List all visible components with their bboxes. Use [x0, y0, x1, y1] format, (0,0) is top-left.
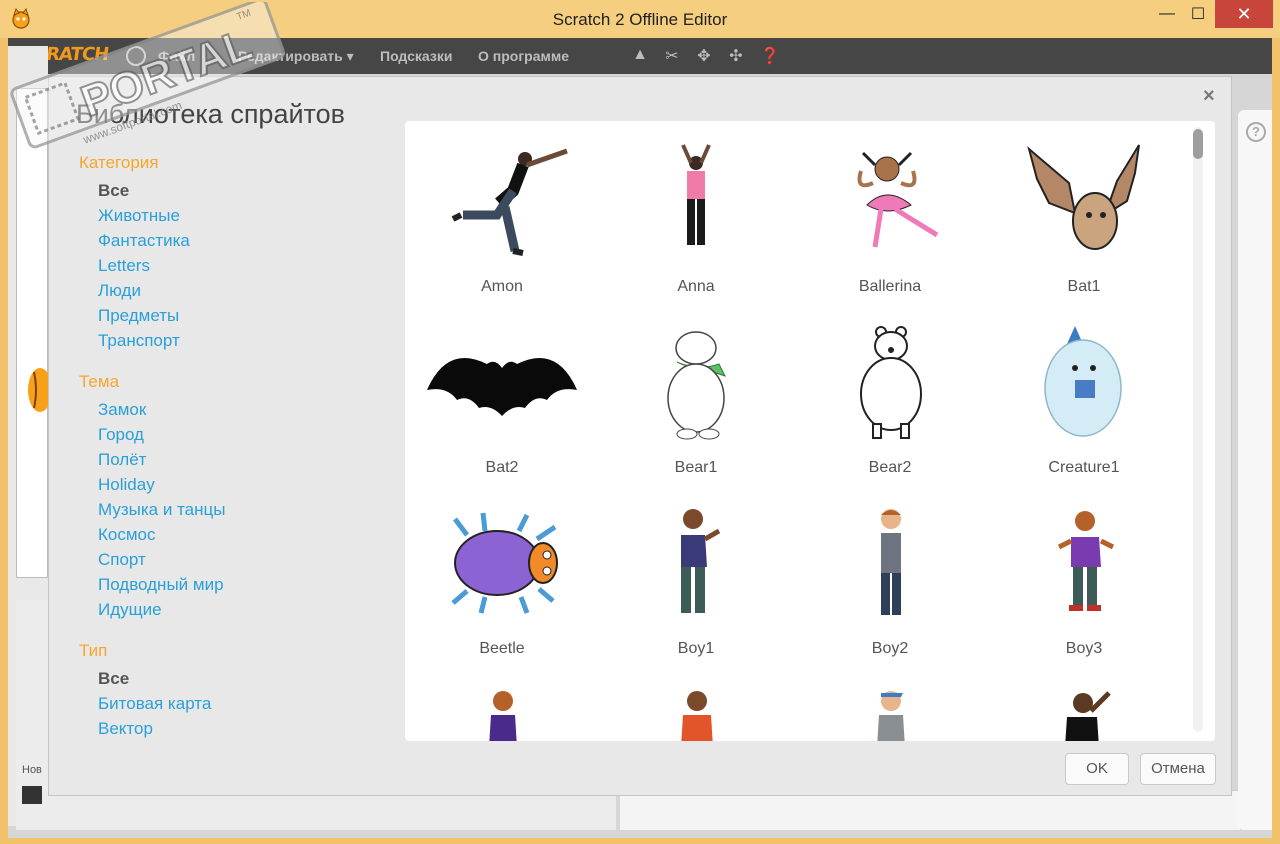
- sprite-tile-creature1[interactable]: Creature1: [987, 324, 1181, 477]
- close-window-button[interactable]: ✕: [1215, 0, 1273, 28]
- theme-space[interactable]: Космос: [98, 525, 156, 545]
- stamp-icon[interactable]: ▲: [630, 46, 650, 66]
- sprite-tile-beetle[interactable]: Beetle: [405, 505, 599, 658]
- maximize-button[interactable]: ☐: [1183, 0, 1213, 28]
- boy-icon: [881, 509, 901, 615]
- creature-icon: [1044, 326, 1122, 437]
- ok-button[interactable]: OK: [1065, 753, 1129, 785]
- polar-bear-scarf-icon: [667, 331, 726, 440]
- help-icon[interactable]: ❓: [760, 46, 780, 66]
- dialog-close-icon[interactable]: ×: [1203, 85, 1215, 108]
- sprite-name: Boy1: [677, 640, 715, 657]
- type-bitmap[interactable]: Битовая карта: [98, 694, 211, 714]
- scripts-sidebar: [1238, 110, 1272, 830]
- type-all[interactable]: Все: [98, 669, 129, 689]
- category-fantasy[interactable]: Фантастика: [98, 231, 190, 251]
- theme-underwater[interactable]: Подводный мир: [98, 575, 224, 595]
- sprite-tile-anna[interactable]: Anna: [599, 143, 793, 296]
- sprite-grid-scrollbar[interactable]: [1193, 127, 1203, 732]
- sprite-library-dialog: Библиотека спрайтов × Категория Все Живо…: [48, 76, 1232, 796]
- cancel-button[interactable]: Отмена: [1140, 753, 1216, 785]
- sprite-name: Bear2: [868, 459, 912, 476]
- sprite-name: Bear1: [674, 459, 718, 476]
- theme-holiday[interactable]: Holiday: [98, 475, 155, 495]
- boy-icon: [681, 509, 721, 613]
- sprite-tile-boy1[interactable]: Boy1: [599, 505, 793, 658]
- cut-icon[interactable]: ✂: [662, 46, 682, 66]
- help-question-icon[interactable]: ?: [1246, 122, 1266, 142]
- sprite-name: Amon: [481, 278, 523, 295]
- boy-partial-icon: [681, 691, 713, 741]
- sprite-name: Beetle: [479, 640, 525, 657]
- category-heading: Категория: [79, 153, 159, 172]
- boy-icon: [1057, 511, 1115, 611]
- brown-bat-icon: [1027, 144, 1140, 250]
- shrink-icon[interactable]: ✣: [726, 46, 746, 66]
- category-letters[interactable]: Letters: [98, 256, 150, 276]
- theme-sports[interactable]: Спорт: [98, 550, 146, 570]
- bear-outline-icon: [860, 326, 922, 439]
- sprite-tile-bat2[interactable]: Bat2: [405, 324, 599, 477]
- theme-castle[interactable]: Замок: [98, 400, 146, 420]
- sprite-tile-partial[interactable]: [987, 687, 1181, 741]
- category-people[interactable]: Люди: [98, 281, 141, 301]
- beetle-icon: [451, 512, 558, 614]
- sprite-tile-boy3[interactable]: Boy3: [987, 505, 1181, 658]
- type-heading: Тип: [79, 641, 108, 660]
- menu-file[interactable]: Файл: [158, 48, 195, 64]
- sprite-tile-amon[interactable]: Amon: [405, 143, 599, 296]
- stage-area: [16, 88, 48, 578]
- boy-partial-icon: [877, 691, 905, 741]
- dialog-title: Библиотека спрайтов: [76, 99, 345, 129]
- sprite-tile-bear1[interactable]: Bear1: [599, 324, 793, 477]
- theme-flying[interactable]: Полёт: [98, 450, 146, 470]
- paint-new-sprite-icon[interactable]: [22, 786, 42, 804]
- ballerina-icon: [857, 151, 939, 248]
- window-title: Scratch 2 Offline Editor: [552, 10, 728, 29]
- sprite-tile-partial[interactable]: [599, 687, 793, 741]
- sprite-tile-boy2[interactable]: Boy2: [793, 505, 987, 658]
- black-bat-icon: [427, 357, 577, 416]
- dancer-girl-icon: [681, 144, 711, 245]
- sprite-tile-bat1[interactable]: Bat1: [987, 143, 1181, 296]
- window-titlebar: Scratch 2 Offline Editor — ☐ ✕: [0, 0, 1280, 38]
- boy-partial-icon: [489, 691, 517, 741]
- sprite-tile-partial[interactable]: [405, 687, 599, 741]
- language-globe-icon[interactable]: [126, 46, 146, 66]
- minimize-button[interactable]: —: [1152, 0, 1182, 28]
- sprite-name: Ballerina: [858, 278, 922, 295]
- menu-about[interactable]: О программе: [478, 48, 569, 64]
- boy-partial-icon: [1065, 691, 1111, 741]
- scrollbar-thumb[interactable]: [1193, 129, 1203, 159]
- dancer-man-icon: [451, 148, 568, 256]
- sprite-name: Boy3: [1065, 640, 1103, 657]
- sprite-name: Anna: [677, 278, 715, 295]
- sprite-name: Creature1: [1048, 459, 1120, 476]
- scratch-cat-partial-icon: [28, 368, 48, 412]
- category-things[interactable]: Предметы: [98, 306, 179, 326]
- menu-edit[interactable]: Редактировать ▾: [238, 48, 354, 65]
- theme-walking[interactable]: Идущие: [98, 600, 162, 620]
- category-transport[interactable]: Транспорт: [98, 331, 180, 351]
- sprite-tile-bear2[interactable]: Bear2: [793, 324, 987, 477]
- sprite-name: Bat2: [485, 459, 519, 476]
- menu-bar: SCRATCH Файл Редактировать ▾ Подсказки О…: [8, 38, 1272, 74]
- new-sprite-label: Нов: [22, 764, 42, 776]
- type-vector[interactable]: Вектор: [98, 719, 153, 739]
- grow-icon[interactable]: ✥: [694, 46, 714, 66]
- theme-music-dance[interactable]: Музыка и танцы: [98, 500, 225, 520]
- menu-tips[interactable]: Подсказки: [380, 48, 452, 64]
- theme-heading: Тема: [79, 372, 120, 391]
- sprite-name: Bat1: [1067, 278, 1101, 295]
- category-animals[interactable]: Животные: [98, 206, 180, 226]
- sprite-tile-partial[interactable]: [793, 687, 987, 741]
- sprite-name: Boy2: [871, 640, 909, 657]
- sprite-grid: Amon Anna Ballerina Bat1 Bat2 Bear1 Bear…: [405, 121, 1215, 741]
- category-all[interactable]: Все: [98, 181, 129, 201]
- sprite-tile-ballerina[interactable]: Ballerina: [793, 143, 987, 296]
- scripts-area-bottom: [620, 790, 1240, 830]
- theme-city[interactable]: Город: [98, 425, 144, 445]
